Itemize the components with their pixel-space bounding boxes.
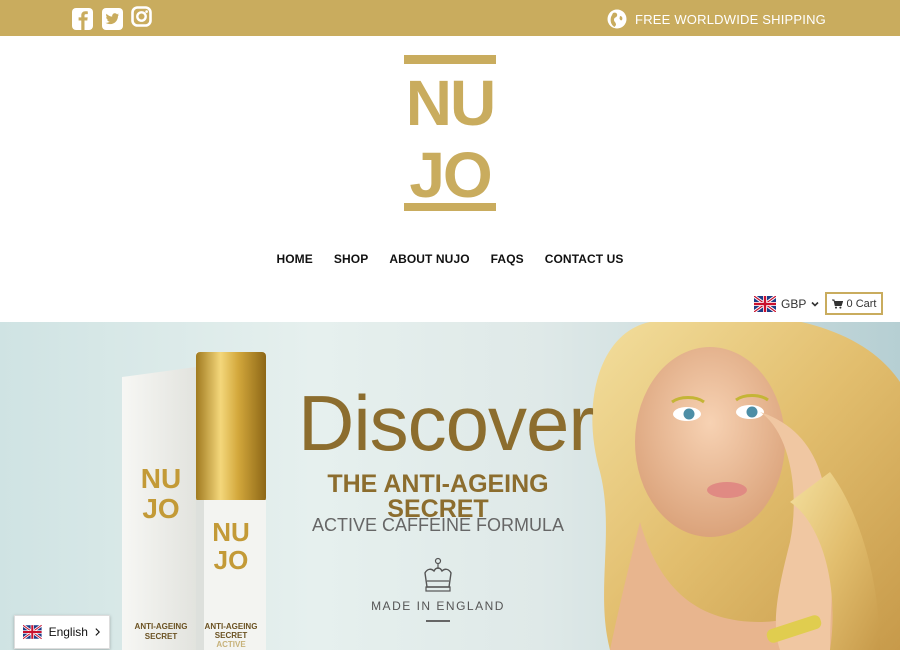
hero-formula: ACTIVE CAFFEINE FORMULA [311,515,565,535]
bottle-label-line2: SECRET [214,631,248,640]
uk-flag-icon [754,296,776,312]
nujo-logo[interactable]: NU JO [404,55,496,211]
crown-icon [424,557,452,592]
bottle-label-line1: ANTI-AGEING [204,622,258,631]
globe-icon [607,9,627,29]
bottle-brand: NU JO [206,518,256,574]
box-brand-line2: JO [142,493,180,524]
top-bar: FREE WORLDWIDE SHIPPING [0,0,900,36]
uk-flag-icon [23,624,42,640]
cart-button[interactable]: 0 Cart [825,292,883,315]
currency-selector[interactable]: GBP [754,296,819,312]
made-in-label: MADE IN ENGLAND [371,599,505,613]
shipping-notice: FREE WORLDWIDE SHIPPING [607,8,826,30]
chevron-right-icon [95,628,100,636]
hero-headline: Discover [298,379,594,467]
nav-about[interactable]: ABOUT NUJO [389,252,469,266]
nav-home[interactable]: HOME [276,252,312,266]
bottle-brand-line1: NU [212,517,250,547]
bottle-cap [196,352,266,502]
nav-shop[interactable]: SHOP [334,252,368,266]
bottle-brand-line2: JO [213,545,249,575]
chevron-down-icon [811,301,819,307]
twitter-icon[interactable] [102,6,123,32]
cart-icon [831,299,843,309]
language-label: English [48,625,88,639]
bottle-label-line3: ACTIVE CAFFEINE [211,640,251,650]
logo-line2: JO [409,139,491,211]
made-in-divider [426,620,450,622]
box-brand: NU JO [136,464,186,524]
hero-banner[interactable]: NU JO ANTI-AGEING SECRET NU JO ANTI-AGEI… [0,322,900,650]
box-brand-line1: NU [140,463,182,494]
language-switcher[interactable]: English [14,615,110,649]
bottle-label: ANTI-AGEING SECRET ACTIVE CAFFEINE [200,622,262,650]
main-nav: HOME SHOP ABOUT NUJO FAQS CONTACT US [0,252,900,266]
nav-faqs[interactable]: FAQS [491,252,524,266]
box-label: ANTI-AGEING SECRET [134,622,188,641]
facebook-icon[interactable] [72,6,93,32]
currency-label: GBP [781,297,807,311]
nav-contact[interactable]: CONTACT US [545,252,624,266]
logo-line1: NU [406,67,494,139]
cart-label: 0 Cart [846,297,877,310]
shipping-text: FREE WORLDWIDE SHIPPING [635,11,826,27]
instagram-icon[interactable] [131,4,152,30]
